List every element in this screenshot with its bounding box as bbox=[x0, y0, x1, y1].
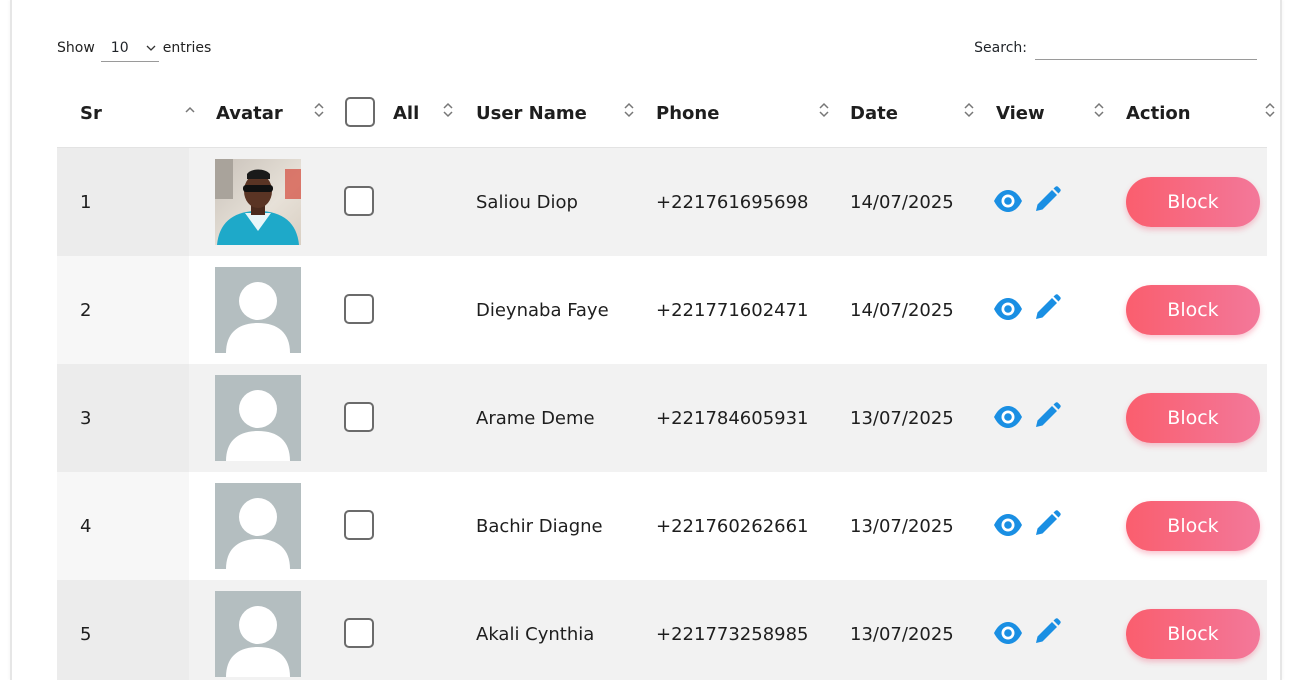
block-button[interactable]: Block bbox=[1126, 285, 1260, 335]
user-photo bbox=[215, 159, 301, 245]
row-date: 13/07/2025 bbox=[850, 623, 954, 645]
block-button[interactable]: Block bbox=[1126, 609, 1260, 659]
row-phone: +221773258985 bbox=[656, 623, 809, 645]
search-input[interactable] bbox=[1035, 36, 1257, 60]
user-avatar bbox=[215, 483, 301, 569]
sr-cell-bg bbox=[57, 472, 189, 580]
pencil-icon[interactable] bbox=[1033, 510, 1061, 538]
sort-arrows-icon[interactable] bbox=[962, 100, 976, 120]
header-action[interactable]: Action bbox=[1126, 78, 1191, 148]
row-sr: 3 bbox=[80, 407, 92, 429]
eye-icon[interactable] bbox=[993, 513, 1023, 537]
eye-icon[interactable] bbox=[993, 621, 1023, 645]
row-user-name: Akali Cynthia bbox=[476, 623, 595, 645]
default-avatar-icon bbox=[215, 375, 301, 461]
pencil-icon[interactable] bbox=[1033, 618, 1061, 646]
user-avatar bbox=[215, 159, 301, 245]
row-phone: +221760262661 bbox=[656, 515, 809, 537]
row-checkbox[interactable] bbox=[344, 186, 374, 216]
row-sr: 1 bbox=[80, 191, 92, 213]
sr-cell-bg bbox=[57, 148, 189, 256]
row-user-name: Bachir Diagne bbox=[476, 515, 603, 537]
row-checkbox[interactable] bbox=[344, 510, 374, 540]
sort-arrows-icon[interactable] bbox=[312, 100, 326, 120]
sort-arrows-icon[interactable] bbox=[622, 100, 636, 120]
sr-cell-bg bbox=[57, 256, 189, 364]
row-date: 14/07/2025 bbox=[850, 299, 954, 321]
select-all-checkbox[interactable] bbox=[345, 97, 375, 127]
table-body: 1 Saliou Diop +221761695698 14/07/2025 B… bbox=[57, 148, 1267, 680]
default-avatar-icon bbox=[215, 483, 301, 569]
header-all: All bbox=[393, 102, 420, 124]
sort-ascending-icon[interactable] bbox=[183, 100, 197, 120]
row-date: 14/07/2025 bbox=[850, 191, 954, 213]
table-row: 1 Saliou Diop +221761695698 14/07/2025 B… bbox=[57, 148, 1267, 256]
default-avatar-icon bbox=[215, 591, 301, 677]
header-date[interactable]: Date bbox=[850, 78, 898, 148]
row-checkbox[interactable] bbox=[344, 402, 374, 432]
row-user-name: Saliou Diop bbox=[476, 191, 578, 213]
row-user-name: Arame Deme bbox=[476, 407, 595, 429]
pencil-icon[interactable] bbox=[1033, 294, 1061, 322]
row-date: 13/07/2025 bbox=[850, 407, 954, 429]
row-phone: +221771602471 bbox=[656, 299, 809, 321]
sr-cell-bg bbox=[57, 580, 189, 680]
block-button[interactable]: Block bbox=[1126, 393, 1260, 443]
table-header: Sr Avatar All User Name Phone Date View … bbox=[57, 78, 1275, 148]
block-button[interactable]: Block bbox=[1126, 501, 1260, 551]
users-table-card: Show 10 entries Search: Sr Avatar All Us… bbox=[10, 0, 1282, 680]
row-phone: +221761695698 bbox=[656, 191, 809, 213]
row-sr: 5 bbox=[80, 623, 92, 645]
users-table: Sr Avatar All User Name Phone Date View … bbox=[57, 78, 1275, 680]
header-avatar[interactable]: Avatar bbox=[216, 78, 283, 148]
sort-arrows-icon[interactable] bbox=[1263, 100, 1277, 120]
block-button[interactable]: Block bbox=[1126, 177, 1260, 227]
entries-select[interactable]: 10 bbox=[100, 34, 159, 62]
table-row: 3 Arame Deme +221784605931 13/07/2025 Bl… bbox=[57, 364, 1267, 472]
table-row: 4 Bachir Diagne +221760262661 13/07/2025… bbox=[57, 472, 1267, 580]
sr-cell-bg bbox=[57, 364, 189, 472]
user-avatar bbox=[215, 591, 301, 677]
header-user-name[interactable]: User Name bbox=[476, 78, 587, 148]
user-avatar bbox=[215, 375, 301, 461]
eye-icon[interactable] bbox=[993, 189, 1023, 213]
search-label: Search: bbox=[974, 40, 1027, 56]
table-row: 2 Dieynaba Faye +221771602471 14/07/2025… bbox=[57, 256, 1267, 364]
chevron-down-icon bbox=[146, 45, 156, 51]
entries-select-value: 10 bbox=[110, 39, 129, 56]
eye-icon[interactable] bbox=[993, 297, 1023, 321]
table-toolbar: Show 10 entries Search: bbox=[57, 36, 1257, 66]
show-label: Show bbox=[57, 40, 95, 56]
row-sr: 4 bbox=[80, 515, 92, 537]
header-view[interactable]: View bbox=[996, 78, 1045, 148]
table-row: 5 Akali Cynthia +221773258985 13/07/2025… bbox=[57, 580, 1267, 680]
default-avatar-icon bbox=[215, 267, 301, 353]
search-box: Search: bbox=[974, 36, 1257, 60]
length-menu: Show 10 entries bbox=[57, 34, 212, 62]
pencil-icon[interactable] bbox=[1033, 186, 1061, 214]
entries-label: entries bbox=[162, 40, 212, 56]
pencil-icon[interactable] bbox=[1033, 402, 1061, 430]
eye-icon[interactable] bbox=[993, 405, 1023, 429]
sort-arrows-icon[interactable] bbox=[817, 100, 831, 120]
row-user-name: Dieynaba Faye bbox=[476, 299, 609, 321]
header-phone[interactable]: Phone bbox=[656, 78, 719, 148]
user-avatar bbox=[215, 267, 301, 353]
sort-arrows-icon[interactable] bbox=[441, 100, 455, 120]
row-phone: +221784605931 bbox=[656, 407, 809, 429]
header-sr[interactable]: Sr bbox=[80, 78, 102, 148]
row-date: 13/07/2025 bbox=[850, 515, 954, 537]
row-sr: 2 bbox=[80, 299, 92, 321]
sort-arrows-icon[interactable] bbox=[1092, 100, 1106, 120]
row-checkbox[interactable] bbox=[344, 618, 374, 648]
row-checkbox[interactable] bbox=[344, 294, 374, 324]
